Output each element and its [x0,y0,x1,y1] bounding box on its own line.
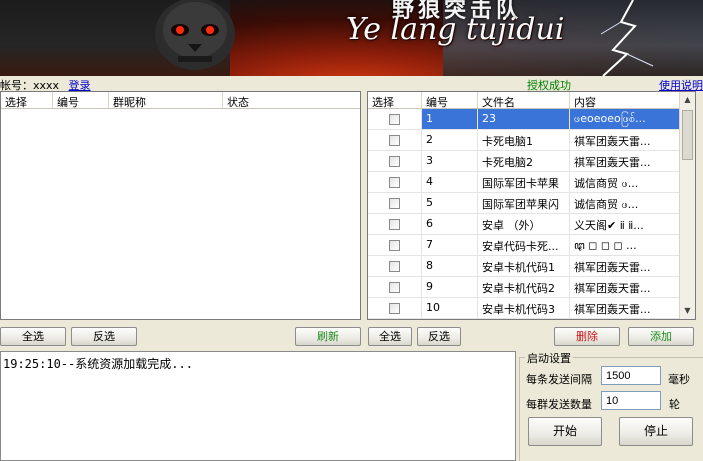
interval-input[interactable] [601,366,661,385]
group-list[interactable]: 选择 编号 群昵称 状态 [0,91,361,320]
file-row-number: 7 [422,235,478,255]
row-checkbox[interactable] [389,155,400,167]
settings-group-title: 启动设置 [525,350,573,366]
file-row-number: 8 [422,256,478,276]
start-button[interactable]: 开始 [528,417,602,446]
file-row-checkbox-cell [368,172,422,192]
file-row-checkbox-cell [368,298,422,318]
row-checkbox[interactable] [389,176,400,188]
file-row-number: 6 [422,214,478,234]
row-checkbox[interactable] [389,197,400,209]
row-checkbox[interactable] [389,302,400,314]
column-header-content[interactable]: 内容 [570,92,679,108]
file-row[interactable]: 4 国际军团卡苹果 诚信商贸 ဖ... [368,172,679,193]
file-row-content: 祺军团轰天雷... [574,135,651,148]
column-header-filename[interactable]: 文件名 [478,92,570,108]
file-row-checkbox-cell [368,277,422,297]
file-row-content: 祺军团轰天雷... [574,156,651,169]
file-row-filename: 卡死电脑2 [478,151,570,171]
file-row[interactable]: 10 安卓卡机代码3 祺军团轰天雷... [368,298,679,319]
add-button[interactable]: 添加 [628,327,694,346]
column-header-status[interactable]: 状态 [223,92,360,108]
column-header-nickname[interactable]: 群昵称 [109,92,223,108]
file-row-number: 1 [422,109,478,129]
file-row-filename: 23 [478,109,570,129]
file-row-filename: 安卓卡机代码3 [478,298,570,318]
file-row-number: 4 [422,172,478,192]
file-row-content: 诚信商贸 ဖ... [574,177,639,190]
file-row[interactable]: 1 23 ဖeoeoeoဖြစ်... [368,109,679,130]
row-checkbox[interactable] [389,113,400,125]
file-row-number: 3 [422,151,478,171]
file-list[interactable]: 选择 编号 文件名 内容 1 23 ဖeoeoeoဖြစ်... 2 卡死电脑1 祺军团轰… [367,91,696,320]
file-row[interactable]: 8 安卓卡机代码1 祺军团轰天雷... [368,256,679,277]
column-header-number[interactable]: 编号 [53,92,109,108]
file-row-checkbox-cell [368,151,422,171]
scrollbar-thumb[interactable] [682,110,693,160]
file-list-header: 选择 编号 文件名 内容 [368,92,679,109]
count-input[interactable] [601,391,661,410]
file-row-number: 5 [422,193,478,213]
file-row-filename: 安卓代码卡死... [478,235,570,255]
column-header-select[interactable]: 选择 [1,92,53,108]
skull-graphic [155,0,235,70]
file-row-content: 祺军团轰天雷... [574,261,651,274]
file-list-rows: 1 23 ဖeoeoeoဖြစ်... 2 卡死电脑1 祺军团轰天雷... 3 卡死电脑2 祺军… [368,109,695,319]
file-row-checkbox-cell [368,109,422,129]
log-output[interactable]: 19:25:10--系统资源加载完成... [0,351,516,461]
count-unit: 轮 [669,398,680,411]
stop-button[interactable]: 停止 [619,417,693,446]
scroll-down-arrow-icon[interactable]: ▼ [680,303,695,319]
invert-files-button[interactable]: 反选 [417,327,461,346]
file-row-checkbox-cell [368,193,422,213]
interval-unit: 毫秒 [668,373,690,386]
refresh-button[interactable]: 刷新 [295,327,361,346]
file-row-content: ꦛ ◻ ◻ ◻ ... [574,239,637,252]
group-list-header: 选择 编号 群昵称 状态 [1,92,360,109]
scroll-up-arrow-icon[interactable]: ▲ [680,92,695,108]
logo-english-title: Ye lang tujidui [346,12,565,47]
invert-groups-button[interactable]: 反选 [71,327,137,346]
file-row-checkbox-cell [368,130,422,150]
file-list-scrollbar[interactable]: ▲ ▼ [679,92,695,319]
header-banner: 野狼突击队 Ye lang tujidui [0,0,703,76]
row-checkbox[interactable] [389,260,400,272]
file-row-number: 10 [422,298,478,318]
file-row-filename: 安卓卡机代码1 [478,256,570,276]
file-row[interactable]: 5 国际军团苹果闪 诚信商贸 ဖ... [368,193,679,214]
file-row-filename: 安卓卡机代码2 [478,277,570,297]
delete-button[interactable]: 删除 [554,327,620,346]
row-checkbox[interactable] [389,134,400,146]
select-all-files-button[interactable]: 全选 [368,327,412,346]
file-row-checkbox-cell [368,235,422,255]
file-row-content: 祺军团轰天雷... [574,303,651,316]
file-row-content: 祺军团轰天雷... [574,282,651,295]
file-row-content: ဖeoeoeoဖြစ်... [570,109,679,129]
file-row-checkbox-cell [368,256,422,276]
file-row-filename: 国际军团苹果闪 [478,193,570,213]
file-row[interactable]: 7 安卓代码卡死... ꦛ ◻ ◻ ◻ ... [368,235,679,256]
column-header-number[interactable]: 编号 [422,92,478,108]
file-row-number: 9 [422,277,478,297]
row-checkbox[interactable] [389,239,400,251]
row-checkbox[interactable] [389,281,400,293]
file-row-content: 义天阁✔ ⅱ ⅱ... [574,219,644,232]
file-row[interactable]: 3 卡死电脑2 祺军团轰天雷... [368,151,679,172]
file-row[interactable]: 2 卡死电脑1 祺军团轰天雷... [368,130,679,151]
row-checkbox[interactable] [389,218,400,230]
file-row-checkbox-cell [368,214,422,234]
file-row-number: 2 [422,130,478,150]
file-row[interactable]: 6 安卓 （外） 义天阁✔ ⅱ ⅱ... [368,214,679,235]
file-row-filename: 安卓 （外） [478,214,570,234]
file-row-filename: 国际军团卡苹果 [478,172,570,192]
select-all-groups-button[interactable]: 全选 [0,327,66,346]
interval-label: 每条发送间隔 [526,373,592,386]
file-row-content: 诚信商贸 ဖ... [574,198,639,211]
file-row[interactable]: 9 安卓卡机代码2 祺军团轰天雷... [368,277,679,298]
count-label: 每群发送数量 [526,398,592,411]
lightning-graphic [600,0,654,76]
file-row-filename: 卡死电脑1 [478,130,570,150]
column-header-select[interactable]: 选择 [368,92,422,108]
